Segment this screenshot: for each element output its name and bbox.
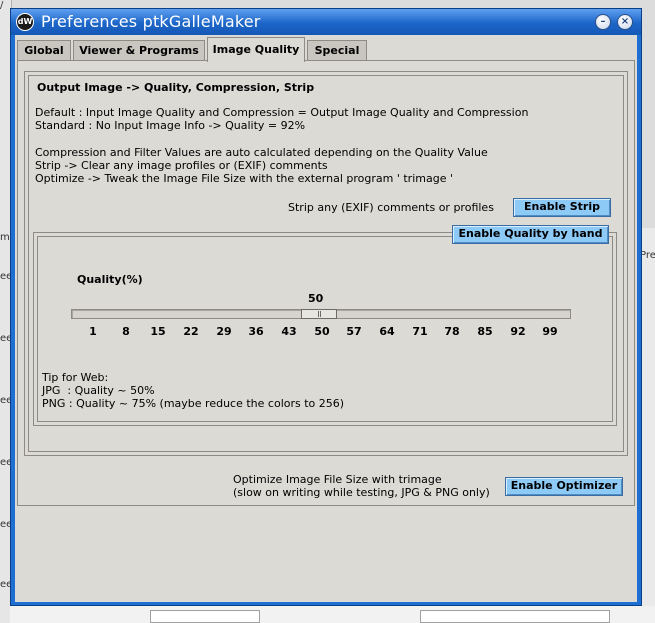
tab-special[interactable]: Special bbox=[307, 40, 367, 61]
minimize-button[interactable]: – bbox=[595, 14, 611, 30]
tick-label: 78 bbox=[444, 325, 460, 338]
tick-label: 92 bbox=[510, 325, 526, 338]
section-title: Output Image -> Quality, Compression, St… bbox=[37, 81, 315, 94]
window-title: Preferences ptkGalleMaker bbox=[41, 12, 261, 31]
tick-label: 71 bbox=[412, 325, 428, 338]
app-icon: dW bbox=[16, 13, 34, 31]
window-titlebar[interactable]: dW Preferences ptkGalleMaker – × bbox=[11, 9, 641, 35]
tick-label: 64 bbox=[379, 325, 395, 338]
tick-label: 36 bbox=[248, 325, 264, 338]
strip-label: Strip any (EXIF) comments or profiles bbox=[288, 201, 494, 214]
tick-label: 99 bbox=[542, 325, 558, 338]
grip-line bbox=[318, 311, 319, 317]
tab-image-quality[interactable]: Image Quality bbox=[207, 37, 305, 62]
quality-slider-thumb[interactable] bbox=[301, 309, 337, 319]
background-text-fragment: / bbox=[0, 0, 4, 11]
info-line-default: Default : Input Image Quality and Compre… bbox=[35, 106, 529, 119]
close-button[interactable]: × bbox=[617, 14, 633, 30]
tick-label: 8 bbox=[122, 325, 130, 338]
tick-label: 85 bbox=[477, 325, 493, 338]
optimize-label: Optimize Image File Size with trimage bbox=[233, 473, 442, 486]
info-line-compression: Compression and Filter Values are auto c… bbox=[35, 146, 488, 159]
grip-line bbox=[320, 311, 321, 317]
tick-label: 50 bbox=[314, 325, 330, 338]
info-line-optimize: Optimize -> Tweak the Image File Size wi… bbox=[35, 172, 453, 185]
enable-strip-button[interactable]: Enable Strip bbox=[513, 198, 611, 217]
info-line-standard: Standard : No Input Image Info -> Qualit… bbox=[35, 119, 306, 132]
tick-label: 15 bbox=[150, 325, 166, 338]
quality-scale-value: 50 bbox=[308, 292, 324, 305]
enable-optimizer-button[interactable]: Enable Optimizer bbox=[505, 477, 623, 496]
image-quality-panel: Output Image -> Quality, Compression, St… bbox=[17, 60, 635, 506]
window-client-area: Global Viewer & Programs Image Quality S… bbox=[15, 35, 637, 602]
tip-heading: Tip for Web: bbox=[42, 371, 109, 384]
tab-global[interactable]: Global bbox=[17, 40, 71, 61]
optimize-sublabel: (slow on writing while testing, JPG & PN… bbox=[233, 486, 490, 499]
enable-quality-button[interactable]: Enable Quality by hand bbox=[452, 225, 609, 244]
quality-frame: Enable Quality by hand Quality(%) 50 1 8… bbox=[33, 225, 617, 426]
quality-scale-title: Quality(%) bbox=[77, 273, 143, 286]
tab-viewer-programs[interactable]: Viewer & Programs bbox=[73, 40, 205, 61]
preferences-window: dW Preferences ptkGalleMaker – × Global … bbox=[10, 8, 642, 606]
tick-label: 29 bbox=[216, 325, 232, 338]
tick-label: 1 bbox=[89, 325, 97, 338]
quality-slider[interactable] bbox=[71, 309, 571, 319]
background-bottom-tile bbox=[420, 610, 610, 623]
tip-jpg: JPG : Quality ~ 50% bbox=[42, 384, 155, 397]
background-text-fragment: Pre bbox=[640, 250, 655, 261]
background-bottom-tile bbox=[150, 610, 260, 623]
info-line-strip: Strip -> Clear any image profiles or (EX… bbox=[35, 159, 328, 172]
tip-png: PNG : Quality ~ 75% (maybe reduce the co… bbox=[42, 397, 345, 410]
tick-label: 43 bbox=[281, 325, 297, 338]
tick-label: 22 bbox=[183, 325, 199, 338]
output-image-frame: Output Image -> Quality, Compression, St… bbox=[24, 71, 628, 456]
tick-label: 57 bbox=[346, 325, 362, 338]
